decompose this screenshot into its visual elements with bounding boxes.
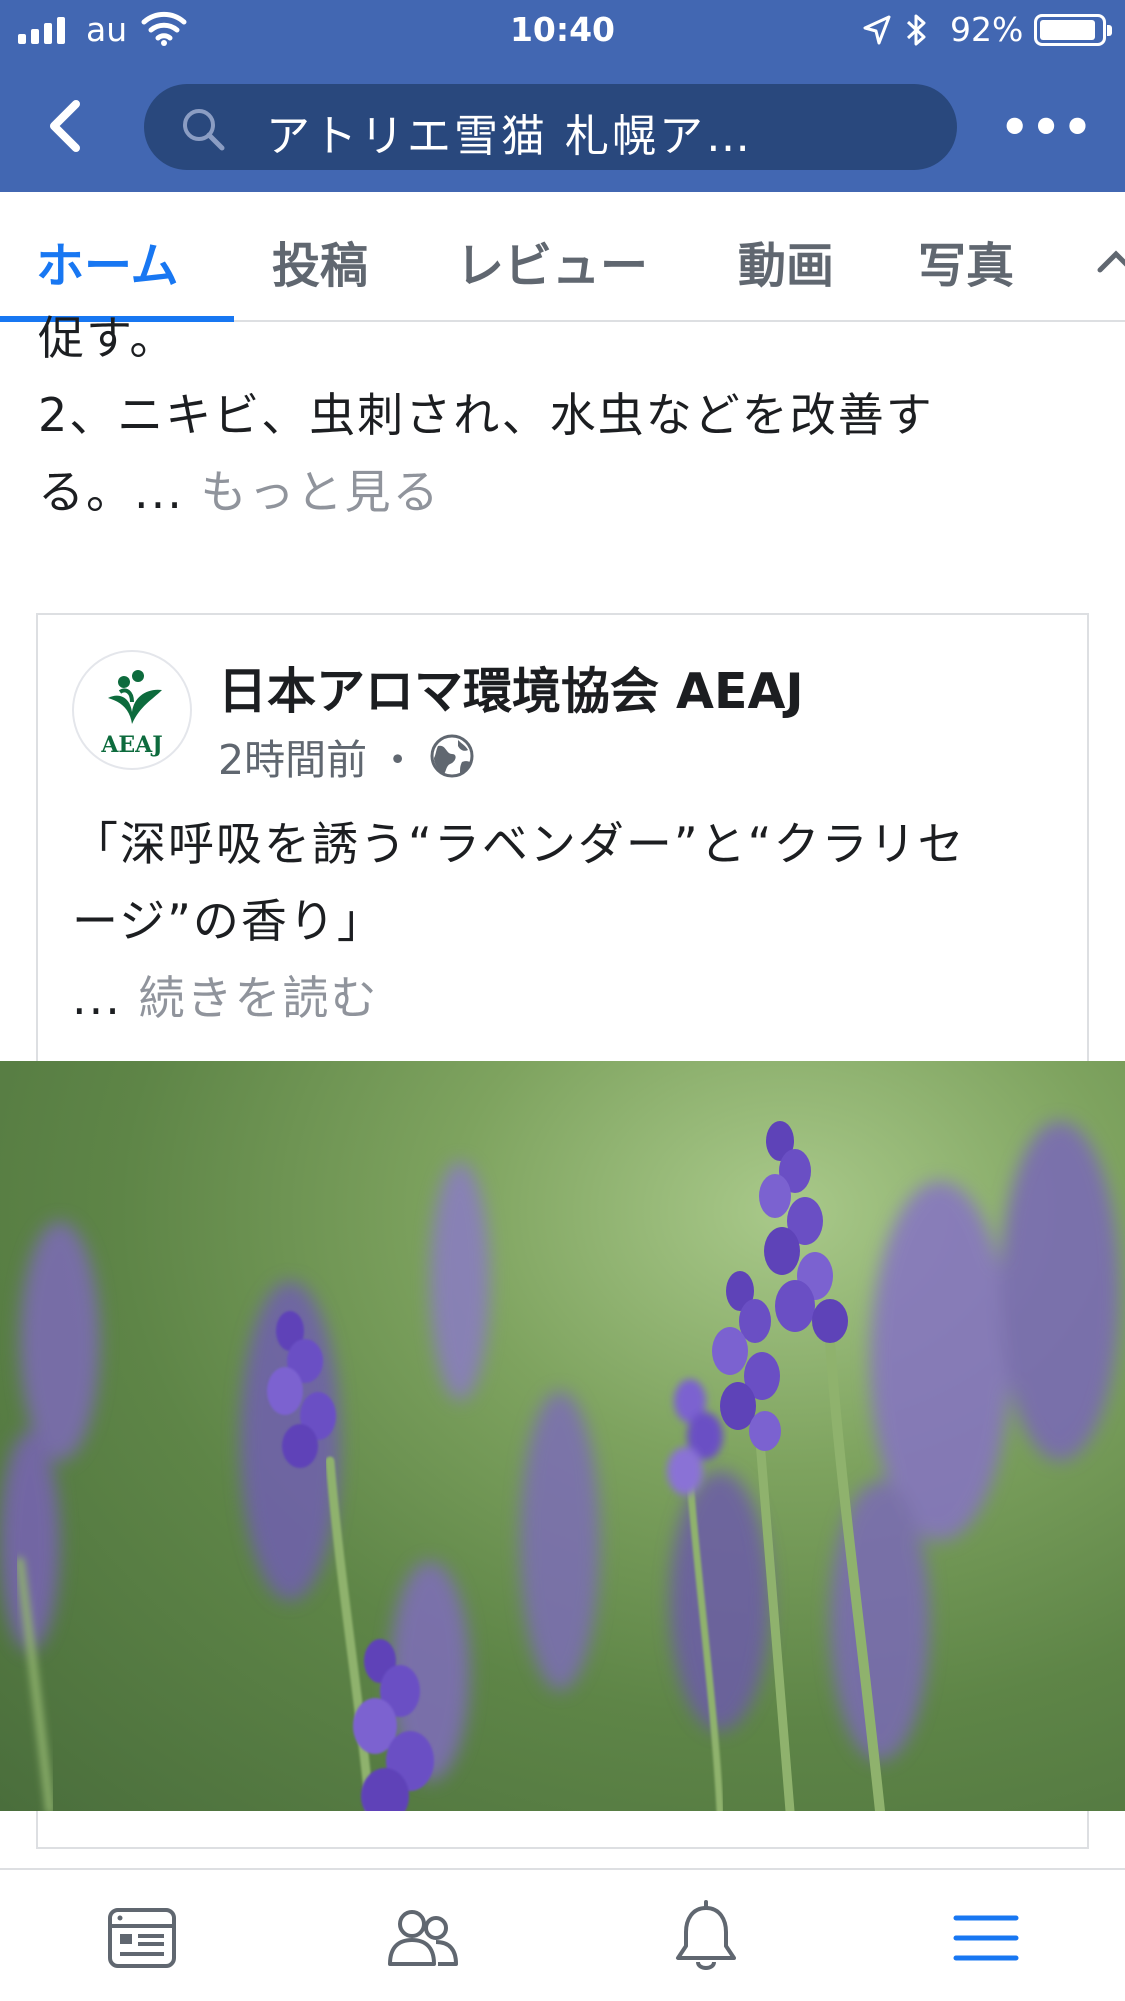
- shared-text-line: 「深呼吸を誘う“ラベンダー”と“クラリセ: [72, 817, 966, 871]
- shared-text-line: ージ”の香り」: [72, 894, 385, 948]
- shared-text-line: ... 続きを読む: [72, 960, 1072, 1037]
- friends-icon[interactable]: [384, 1900, 460, 1976]
- chevron-up-icon[interactable]: [1096, 240, 1125, 280]
- continue-reading-link[interactable]: 続きを読む: [139, 971, 379, 1025]
- post-line: る。... もっと見る: [38, 454, 1098, 531]
- battery-icon: [1034, 14, 1112, 46]
- bottom-tab-bar: [0, 1868, 1125, 2001]
- see-more-link[interactable]: もっと見る: [201, 465, 441, 519]
- tab-home[interactable]: ホーム: [36, 226, 179, 296]
- avatar-logo-text: AEAJ: [101, 732, 163, 758]
- post-body: 促す。 2、ニキビ、虫刺され、水虫などを改善す る。... もっと見る: [38, 300, 1098, 531]
- news-feed-icon[interactable]: [104, 1900, 180, 1976]
- avatar[interactable]: AEAJ: [72, 650, 192, 770]
- status-bar: au 10:40 92%: [0, 0, 1125, 62]
- post-meta: 2時間前 ・: [218, 726, 476, 786]
- more-options-button[interactable]: •••: [1000, 100, 1092, 154]
- notifications-icon[interactable]: [668, 1900, 744, 1976]
- location-arrow-icon: [863, 15, 891, 45]
- search-query-text: アトリエ雪猫 札幌ア…: [266, 111, 753, 162]
- app-header: au 10:40 92% アトリエ雪猫 札幌ア… •••: [0, 0, 1125, 192]
- lavender-photo[interactable]: [0, 1061, 1125, 1811]
- leaf-logo-icon: [108, 670, 162, 724]
- menu-icon[interactable]: [948, 1900, 1024, 1976]
- shared-page-name[interactable]: 日本アロマ環境協会 AEAJ: [218, 652, 804, 723]
- tab-posts[interactable]: 投稿: [272, 226, 368, 296]
- lavender-image: [0, 1121, 1120, 1811]
- shared-post-text: 「深呼吸を誘う“ラベンダー”と“クラリセ ージ”の香り」 ... 続きを読む: [72, 806, 1072, 1037]
- post-time: 2時間前: [218, 736, 368, 784]
- back-arrow-icon[interactable]: [44, 98, 84, 154]
- search-input[interactable]: アトリエ雪猫 札幌ア…: [144, 84, 957, 170]
- post-line: 促す。: [38, 311, 178, 365]
- meta-separator: ・: [377, 736, 419, 784]
- post-line: 2、ニキビ、虫刺され、水虫などを改善す: [38, 388, 934, 442]
- post-line-text: る。...: [38, 465, 184, 519]
- battery-percent: 92%: [950, 10, 1024, 49]
- tab-photos[interactable]: 写真: [918, 226, 1014, 296]
- tab-reviews[interactable]: レビュー: [456, 226, 648, 296]
- tab-videos[interactable]: 動画: [738, 226, 834, 296]
- globe-icon: [430, 734, 474, 778]
- ellipsis: ...: [72, 971, 122, 1025]
- search-icon: [183, 109, 225, 151]
- bluetooth-icon: [906, 14, 926, 46]
